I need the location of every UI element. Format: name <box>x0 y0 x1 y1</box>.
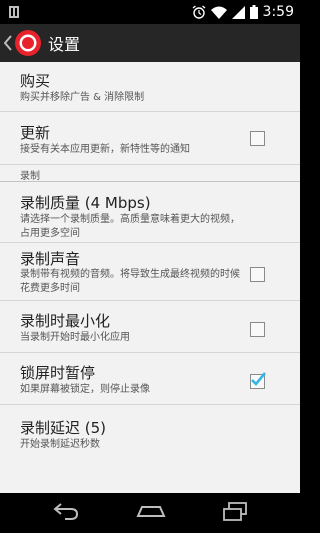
lock-pause-checkbox[interactable] <box>250 372 267 389</box>
audio-checkbox[interactable] <box>250 267 265 282</box>
chevron-left-icon <box>4 35 12 51</box>
pref-purchase[interactable]: 购买 购买并移除广告 & 消除限制 <box>0 62 300 112</box>
status-time: 3:59 <box>262 4 294 20</box>
status-icons: 3:59 <box>192 0 294 24</box>
pref-quality[interactable]: 录制质量 (4 Mbps) 请选择一个录制质量。高质量意味着更大的视频，占用更多… <box>0 182 300 243</box>
pref-summary: 购买并移除广告 & 消除限制 <box>20 92 145 103</box>
pref-summary: 接受有关本应用更新，新特性等的通知 <box>20 144 190 155</box>
pref-title: 更新 <box>20 124 51 142</box>
pref-summary: 开始录制延迟秒数 <box>20 439 100 450</box>
up-button[interactable] <box>0 24 42 62</box>
wifi-icon <box>210 6 227 19</box>
status-bar: 3:59 <box>0 0 300 24</box>
alarm-icon <box>192 5 205 19</box>
pref-summary: 请选择一个录制质量。高质量意味着更大的视频，占用更多空间 <box>20 214 240 239</box>
action-bar: 设置 <box>0 24 300 62</box>
pref-title: 录制声音 <box>20 250 81 268</box>
pref-title: 录制延迟 (5) <box>20 419 107 437</box>
category-label: 录制 <box>20 171 40 182</box>
navigation-bar <box>0 493 300 533</box>
pref-summary: 如果屏幕被锁定，则停止录像 <box>20 384 150 395</box>
battery-icon <box>249 5 258 19</box>
pref-title: 锁屏时暂停 <box>20 364 96 382</box>
pref-lock-pause[interactable]: 锁屏时暂停 如果屏幕被锁定，则停止录像 <box>0 353 300 405</box>
page-title: 设置 <box>48 35 81 54</box>
signal-icon <box>231 5 245 19</box>
category-record: 录制 <box>0 165 300 182</box>
pref-audio[interactable]: 录制声音 录制带有视频的音频。将导致生成最终视频的时候花费更多时间 <box>0 243 300 301</box>
minimize-checkbox[interactable] <box>250 322 265 337</box>
settings-list: 购买 购买并移除广告 & 消除限制 更新 接受有关本应用更新，新特性等的通知 录… <box>0 62 300 493</box>
home-icon[interactable] <box>136 501 166 523</box>
back-icon[interactable] <box>52 501 80 523</box>
pref-summary: 录制带有视频的音频。将导致生成最终视频的时候花费更多时间 <box>20 269 240 294</box>
screen: 3:59 设置 购买 购买并移除广告 & 消除限制 更新 接受有关本应用更新，新… <box>0 0 300 533</box>
pref-minimize[interactable]: 录制时最小化 当录制开始时最小化应用 <box>0 301 300 353</box>
pref-title: 录制时最小化 <box>20 312 111 330</box>
recents-icon[interactable] <box>222 501 248 523</box>
update-checkbox[interactable] <box>250 131 265 146</box>
pref-delay[interactable]: 录制延迟 (5) 开始录制延迟秒数 <box>0 405 300 457</box>
pref-title: 录制质量 (4 Mbps) <box>20 194 151 212</box>
pref-title: 购买 <box>20 72 51 90</box>
checkmark-icon <box>251 372 267 386</box>
notification-icon <box>9 6 19 18</box>
record-app-icon <box>15 30 41 56</box>
pref-update[interactable]: 更新 接受有关本应用更新，新特性等的通知 <box>0 112 300 165</box>
pref-summary: 当录制开始时最小化应用 <box>20 332 130 343</box>
